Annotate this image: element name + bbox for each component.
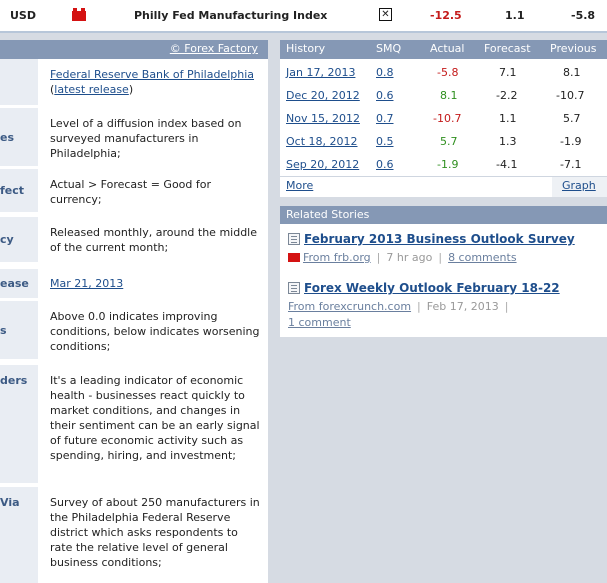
latest-release-link[interactable]: latest release xyxy=(54,83,129,96)
history-forecast: -4.1 xyxy=(496,158,518,171)
story-title-link[interactable]: Forex Weekly Outlook February 18-22 xyxy=(304,281,560,295)
history-actual: -5.8 xyxy=(437,66,459,79)
close-detail-checkbox[interactable]: ✕ xyxy=(379,8,392,21)
detail-value: Federal Reserve Bank of Philadelphia (la… xyxy=(50,68,255,96)
history-col-smq: SMQ xyxy=(376,42,402,55)
history-footer: More Graph xyxy=(280,176,607,197)
smq-link[interactable]: 0.5 xyxy=(376,135,394,148)
table-row[interactable]: Dec 20, 2012 0.6 8.1 -2.2 -10.7 xyxy=(280,84,607,107)
detail-row-frequency: cy Released monthly, around the middle o… xyxy=(0,217,268,262)
related-stories-header: Related Stories xyxy=(280,206,607,224)
detail-label: ease xyxy=(0,269,38,298)
story-title-link[interactable]: February 2013 Business Outlook Survey xyxy=(304,232,575,246)
article-icon xyxy=(288,282,300,294)
story-time: 7 hr ago xyxy=(386,251,433,264)
detail-value: Above 0.0 indicates improving conditions… xyxy=(50,310,260,353)
history-date-link[interactable]: Nov 15, 2012 xyxy=(286,112,360,125)
more-history-link[interactable]: More xyxy=(286,179,313,192)
detail-label: ders xyxy=(0,365,38,483)
smq-link[interactable]: 0.6 xyxy=(376,158,394,171)
detail-row-derived-via: Via Survey of about 250 manufacturers in… xyxy=(0,487,268,583)
detail-value: Survey of about 250 manufacturers in the… xyxy=(50,496,260,569)
next-release-link[interactable]: Mar 21, 2013 xyxy=(50,277,123,290)
event-row[interactable]: USD Philly Fed Manufacturing Index ✕ -12… xyxy=(0,0,607,33)
history-actual: 8.1 xyxy=(440,89,458,102)
history-previous: -10.7 xyxy=(556,89,585,102)
detail-label: fect xyxy=(0,169,38,212)
detail-row-measures: es Level of a diffusion index based on s… xyxy=(0,108,268,166)
detail-label: es xyxy=(0,108,38,166)
history-forecast: 7.1 xyxy=(499,66,517,79)
graph-tab[interactable]: Graph xyxy=(552,177,607,197)
history-col-previous: Previous xyxy=(550,42,597,55)
forex-factory-link[interactable]: © Forex Factory xyxy=(170,42,258,55)
detail-value: It's a leading indicator of economic hea… xyxy=(50,374,260,462)
history-date-link[interactable]: Oct 18, 2012 xyxy=(286,135,358,148)
high-impact-icon xyxy=(288,253,300,262)
smq-link[interactable]: 0.6 xyxy=(376,89,394,102)
history-date-link[interactable]: Jan 17, 2013 xyxy=(286,66,355,79)
history-actual: 5.7 xyxy=(440,135,458,148)
detail-label: cy xyxy=(0,217,38,262)
history-actual: -1.9 xyxy=(437,158,459,171)
story-item: Forex Weekly Outlook February 18-22 From… xyxy=(288,281,560,329)
detail-row-notes: s Above 0.0 indicates improving conditio… xyxy=(0,301,268,359)
detail-label: Via xyxy=(0,487,38,583)
event-details-panel: © Forex Factory Federal Reserve Bank of … xyxy=(0,40,268,583)
history-panel: History SMQ Actual Forecast Previous Jan… xyxy=(280,40,607,197)
event-previous: -5.8 xyxy=(571,9,596,22)
story-item: February 2013 Business Outlook Survey Fr… xyxy=(288,232,604,266)
event-title: Philly Fed Manufacturing Index xyxy=(134,9,328,22)
frb-philadelphia-link[interactable]: Federal Reserve Bank of Philadelphia xyxy=(50,68,254,81)
story-source-link[interactable]: From frb.org xyxy=(303,251,371,264)
history-col-actual: Actual xyxy=(430,42,465,55)
history-previous: 8.1 xyxy=(563,66,581,79)
history-date-link[interactable]: Sep 20, 2012 xyxy=(286,158,359,171)
detail-row-next-release: ease Mar 21, 2013 xyxy=(0,269,268,298)
detail-row-source: Federal Reserve Bank of Philadelphia (la… xyxy=(0,59,268,105)
detail-label xyxy=(0,59,38,105)
event-currency: USD xyxy=(10,9,36,22)
details-header: © Forex Factory xyxy=(0,40,268,59)
detail-row-why-traders-care: ders It's a leading indicator of economi… xyxy=(0,365,268,483)
smq-link[interactable]: 0.8 xyxy=(376,66,394,79)
detail-value: Level of a diffusion index based on surv… xyxy=(50,117,242,160)
table-row[interactable]: Jan 17, 2013 0.8 -5.8 7.1 8.1 xyxy=(280,61,607,84)
history-forecast: -2.2 xyxy=(496,89,518,102)
related-stories-panel: Related Stories February 2013 Business O… xyxy=(280,206,607,337)
story-source-link[interactable]: From forexcrunch.com xyxy=(288,300,411,313)
history-col-forecast: Forecast xyxy=(484,42,531,55)
table-row[interactable]: Oct 18, 2012 0.5 5.7 1.3 -1.9 xyxy=(280,130,607,153)
history-col-history: History xyxy=(286,42,326,55)
smq-link[interactable]: 0.7 xyxy=(376,112,394,125)
history-previous: 5.7 xyxy=(563,112,581,125)
detail-label: s xyxy=(0,301,38,359)
table-row[interactable]: Nov 15, 2012 0.7 -10.7 1.1 5.7 xyxy=(280,107,607,130)
story-comments-link[interactable]: 8 comments xyxy=(448,251,517,264)
detail-row-usual-effect: fect Actual > Forecast = Good for curren… xyxy=(0,169,268,212)
high-impact-icon xyxy=(72,8,86,21)
history-forecast: 1.1 xyxy=(499,112,517,125)
history-actual: -10.7 xyxy=(433,112,462,125)
detail-value: Released monthly, around the middle of t… xyxy=(50,226,258,254)
history-date-link[interactable]: Dec 20, 2012 xyxy=(286,89,360,102)
graph-link[interactable]: Graph xyxy=(562,179,596,192)
table-row[interactable]: Sep 20, 2012 0.6 -1.9 -4.1 -7.1 xyxy=(280,153,607,176)
story-time: Feb 17, 2013 xyxy=(426,300,499,313)
history-previous: -1.9 xyxy=(560,135,582,148)
event-forecast: 1.1 xyxy=(505,9,525,22)
detail-value: Actual > Forecast = Good for currency; xyxy=(50,178,212,206)
history-forecast: 1.3 xyxy=(499,135,517,148)
story-comments-link[interactable]: 1 comment xyxy=(288,316,351,329)
article-icon xyxy=(288,233,300,245)
history-header: History SMQ Actual Forecast Previous xyxy=(280,40,607,59)
history-previous: -7.1 xyxy=(560,158,582,171)
event-actual: -12.5 xyxy=(430,9,462,22)
